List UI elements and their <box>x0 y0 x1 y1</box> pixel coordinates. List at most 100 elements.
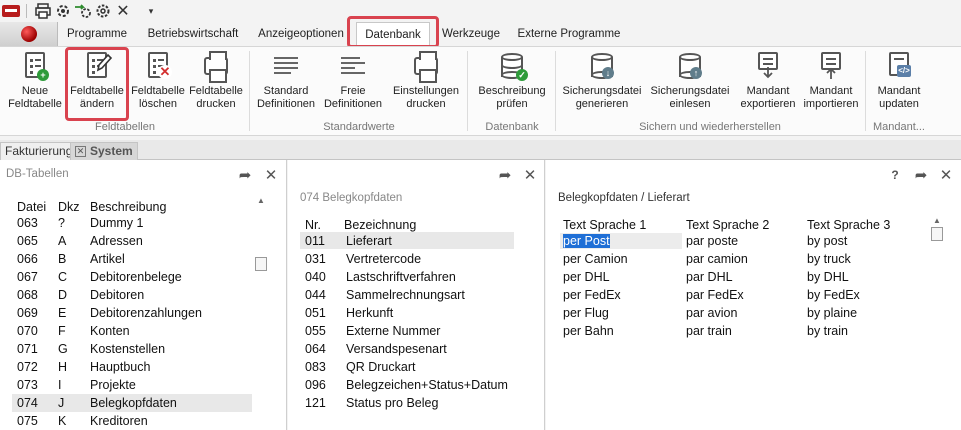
file-menu-button[interactable] <box>0 22 58 46</box>
table-cell[interactable]: by truck <box>807 252 851 266</box>
table-cell[interactable]: 031 <box>305 252 326 266</box>
table-cell[interactable]: Hauptbuch <box>90 360 150 374</box>
table-cell[interactable]: by train <box>807 324 848 338</box>
table-cell[interactable]: by post <box>807 234 847 248</box>
sicherungsdatei-einlesen-button[interactable]: ↑ Sicherungsdatei einlesen <box>648 49 732 121</box>
table-cell[interactable]: Belegkopfdaten <box>90 396 177 410</box>
mandant-importieren-button[interactable]: Mandant importieren <box>800 49 862 121</box>
feldtabelle-aendern-button[interactable]: Feldtabelle ändern <box>66 49 128 121</box>
close-tab-icon[interactable]: ✕ <box>75 146 86 158</box>
table-cell[interactable]: par avion <box>686 306 737 320</box>
column-header-nr[interactable]: Nr. <box>305 218 321 232</box>
table-cell[interactable]: par camion <box>686 252 748 266</box>
table-cell[interactable]: 011 <box>305 234 325 248</box>
tab-werkzeuge[interactable]: Werkzeuge <box>438 22 504 46</box>
close-icon[interactable]: ✕ <box>113 1 133 21</box>
close-panel-icon[interactable]: ✕ <box>521 166 539 184</box>
table-cell[interactable]: 075 <box>17 414 38 428</box>
table-cell[interactable]: QR Druckart <box>346 360 415 374</box>
tab-programme[interactable]: Programme <box>62 22 132 46</box>
doc-tab-fakturierung[interactable]: Fakturierung <box>0 142 78 160</box>
arrow-gear-icon[interactable] <box>73 1 93 21</box>
mandant-exportieren-button[interactable]: Mandant exportieren <box>736 49 800 121</box>
table-cell[interactable]: 074 <box>17 396 38 410</box>
table-cell[interactable]: Debitorenzahlungen <box>90 306 202 320</box>
doc-tab-system[interactable]: ✕ System <box>70 142 138 160</box>
column-header-datei[interactable]: Datei <box>17 200 46 214</box>
help-icon[interactable]: ? <box>886 168 904 182</box>
table-cell[interactable]: Externe Nummer <box>346 324 440 338</box>
table-cell[interactable]: par DHL <box>686 270 733 284</box>
table-cell[interactable]: 070 <box>17 324 38 338</box>
einstellungen-drucken-button[interactable]: Einstellungen drucken <box>388 49 464 121</box>
table-cell[interactable]: Projekte <box>90 378 136 392</box>
column-header-dkz[interactable]: Dkz <box>58 200 80 214</box>
table-cell[interactable]: F <box>58 324 66 338</box>
share-icon[interactable]: ➦ <box>912 166 930 184</box>
table-cell[interactable]: by DHL <box>807 270 849 284</box>
table-cell[interactable]: Sammelrechnungsart <box>346 288 465 302</box>
tab-betriebswirtschaft[interactable]: Betriebswirtschaft <box>140 22 246 46</box>
table-cell[interactable]: Lieferart <box>346 234 392 248</box>
scroll-thumb[interactable] <box>931 227 943 241</box>
column-header-text-sprache-3[interactable]: Text Sprache 3 <box>807 218 890 232</box>
table-cell[interactable]: per Bahn <box>563 324 614 338</box>
table-cell[interactable]: C <box>58 270 67 284</box>
column-header-text-sprache-1[interactable]: Text Sprache 1 <box>563 218 646 232</box>
table-cell[interactable]: 064 <box>305 342 326 356</box>
column-header-beschreibung[interactable]: Beschreibung <box>90 200 166 214</box>
table-cell[interactable]: par poste <box>686 234 738 248</box>
table-cell[interactable]: 044 <box>305 288 326 302</box>
table-cell[interactable]: 073 <box>17 378 38 392</box>
table-cell[interactable]: per Post <box>563 234 610 248</box>
table-cell[interactable]: 071 <box>17 342 38 356</box>
beschreibung-pruefen-button[interactable]: ✓ Beschreibung prüfen <box>472 49 552 121</box>
table-cell[interactable]: Herkunft <box>346 306 393 320</box>
table-cell[interactable]: Kostenstellen <box>90 342 165 356</box>
table-cell[interactable]: Lastschriftverfahren <box>346 270 456 284</box>
freie-definitionen-button[interactable]: Freie Definitionen <box>320 49 386 121</box>
neue-feldtabelle-button[interactable]: + Neue Feldtabelle <box>4 49 66 121</box>
table-cell[interactable]: 072 <box>17 360 38 374</box>
table-cell[interactable]: G <box>58 342 68 356</box>
close-panel-icon[interactable]: ✕ <box>262 166 280 184</box>
table-cell[interactable]: Vertretercode <box>346 252 421 266</box>
table-cell[interactable]: 055 <box>305 324 326 338</box>
table-cell[interactable]: D <box>58 288 67 302</box>
table-cell[interactable]: H <box>58 360 67 374</box>
table-cell[interactable]: 040 <box>305 270 326 284</box>
table-cell[interactable]: 066 <box>17 252 38 266</box>
scrollbar[interactable]: ▲ <box>930 216 944 241</box>
table-cell[interactable]: 068 <box>17 288 38 302</box>
scroll-thumb[interactable] <box>255 257 267 271</box>
table-cell[interactable]: 063 <box>17 216 38 230</box>
table-cell[interactable]: by plaine <box>807 306 857 320</box>
table-cell[interactable]: 083 <box>305 360 326 374</box>
gear-cycle-icon[interactable] <box>53 1 73 21</box>
dropdown-icon[interactable]: ▾ <box>141 1 161 21</box>
printer-icon[interactable] <box>33 1 53 21</box>
share-icon[interactable]: ➦ <box>236 166 254 184</box>
close-panel-icon[interactable]: ✕ <box>937 166 955 184</box>
tab-datenbank[interactable]: Datenbank <box>356 22 430 46</box>
standard-definitionen-button[interactable]: Standard Definitionen <box>254 49 318 121</box>
table-cell[interactable]: per FedEx <box>563 288 621 302</box>
scrollbar[interactable]: ▲ <box>254 196 268 271</box>
mandant-updaten-button[interactable]: </> Mandant updaten <box>868 49 930 121</box>
table-cell[interactable]: Dummy 1 <box>90 216 143 230</box>
table-cell[interactable]: Debitorenbelege <box>90 270 182 284</box>
tab-anzeigeoptionen[interactable]: Anzeigeoptionen <box>254 22 348 46</box>
sicherungsdatei-generieren-button[interactable]: ↓ Sicherungsdatei generieren <box>558 49 646 121</box>
column-header-text-sprache-2[interactable]: Text Sprache 2 <box>686 218 769 232</box>
table-cell[interactable]: E <box>58 306 66 320</box>
tab-externe-programme[interactable]: Externe Programme <box>514 22 624 46</box>
table-cell[interactable]: 121 <box>305 396 326 410</box>
table-cell[interactable]: I <box>58 378 61 392</box>
scroll-up-icon[interactable]: ▲ <box>254 196 268 205</box>
table-cell[interactable]: 069 <box>17 306 38 320</box>
table-cell[interactable]: Adressen <box>90 234 143 248</box>
table-cell[interactable]: by FedEx <box>807 288 860 302</box>
settings-icon[interactable] <box>93 1 113 21</box>
feldtabelle-drucken-button[interactable]: Feldtabelle drucken <box>186 49 246 121</box>
table-cell[interactable]: ? <box>58 216 65 230</box>
